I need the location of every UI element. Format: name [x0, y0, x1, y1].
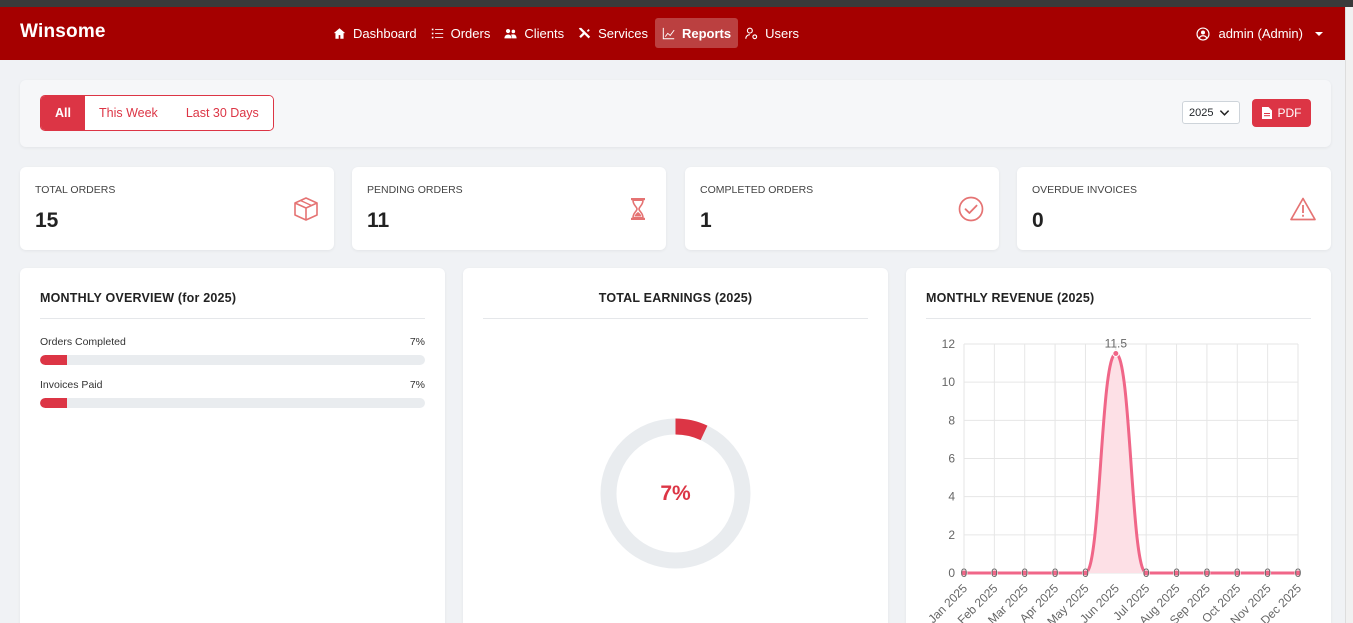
nav-item-label: Reports — [681, 25, 732, 41]
data-label: 0 — [1204, 566, 1211, 580]
total-earnings-panel: TOTAL EARNINGS (2025) 7% — [463, 268, 888, 623]
nav-item-label: Dashboard — [353, 25, 417, 41]
earnings-percent: 7% — [660, 482, 691, 505]
export-pdf-label: PDF — [1277, 106, 1302, 120]
y-tick-label: 8 — [948, 413, 955, 427]
progress-percent: 7% — [409, 379, 425, 391]
nav-item-reports[interactable]: Reports — [654, 18, 739, 48]
data-point — [1112, 350, 1120, 358]
panel-divider — [926, 318, 1311, 319]
data-label: 0 — [1052, 566, 1059, 580]
stat-card-completed-orders: COMPLETED ORDERS 1 — [685, 167, 999, 250]
year-select-value: 2025 — [1189, 106, 1214, 119]
monthly-revenue-panel: MONTHLY REVENUE (2025) 0 2 4 6 8 10 12 0 0 0 0 0 11.… — [906, 268, 1331, 623]
data-label: 0 — [1173, 566, 1180, 580]
top-navbar: Winsome Dashboard Orders Clients Service… — [0, 7, 1345, 60]
user-cog-icon — [745, 27, 758, 39]
stat-card-pending-orders: PENDING ORDERS 11 — [352, 167, 666, 250]
warning-icon — [1290, 197, 1316, 221]
stat-value: 0 — [1032, 209, 1044, 232]
user-menu-dropdown[interactable]: admin (Admin) — [1196, 26, 1323, 41]
y-tick-label: 2 — [948, 528, 955, 542]
file-icon — [1261, 107, 1272, 119]
data-label: 0 — [961, 566, 968, 580]
home-icon — [333, 27, 346, 39]
check-circle-icon — [958, 196, 984, 222]
nav-item-label: Services — [598, 25, 648, 41]
panel-title: MONTHLY REVENUE (2025) — [926, 291, 1095, 305]
data-label: 0 — [1234, 566, 1241, 580]
user-circle-icon — [1196, 26, 1211, 41]
stat-value: 1 — [700, 209, 712, 232]
user-name: admin (Admin) — [1218, 26, 1303, 41]
stat-value: 11 — [367, 209, 390, 232]
progress-label: Orders Completed — [40, 336, 126, 348]
list-icon — [431, 28, 443, 38]
nav-item-dashboard[interactable]: Dashboard — [326, 18, 424, 48]
export-pdf-button[interactable]: PDF — [1252, 99, 1311, 127]
data-label: 0 — [1295, 566, 1302, 580]
y-tick-label: 10 — [942, 375, 956, 389]
panel-divider — [40, 318, 425, 319]
nav-item-label: Users — [765, 25, 800, 41]
y-tick-label: 0 — [948, 566, 955, 580]
users-icon — [504, 28, 517, 38]
data-label: 0 — [1021, 566, 1028, 580]
progress-fill — [40, 398, 67, 408]
tools-icon — [578, 27, 591, 38]
stat-label: OVERDUE INVOICES — [1032, 184, 1138, 196]
page-scrollbar[interactable] — [1345, 7, 1353, 623]
year-select[interactable]: 2025 — [1182, 101, 1240, 124]
data-label: 11.5 — [1105, 337, 1128, 351]
stat-value: 15 — [35, 209, 59, 232]
data-label: 0 — [991, 566, 998, 580]
y-tick-label: 4 — [948, 490, 955, 504]
chevron-down-icon — [1220, 110, 1230, 116]
panel-title: MONTHLY OVERVIEW (for 2025) — [40, 291, 237, 305]
monthly-overview-panel: MONTHLY OVERVIEW (for 2025) Orders Compl… — [20, 268, 445, 623]
report-filter-bar: All This Week Last 30 Days 2025 PDF — [20, 80, 1331, 147]
nav-item-orders[interactable]: Orders — [424, 18, 498, 48]
y-tick-label: 6 — [948, 452, 955, 466]
invoices-paid-progress — [40, 398, 425, 408]
y-tick-label: 12 — [942, 337, 956, 351]
monthly-revenue-chart: 0246810120 0 0 0 011.50 0 0 0 0 0Jan 2025Feb 2025… — [925, 337, 1304, 623]
nav-item-label: Clients — [524, 25, 565, 41]
nav-item-services[interactable]: Services — [571, 18, 655, 48]
data-label: 0 — [1264, 566, 1271, 580]
chart-line-icon — [662, 27, 675, 39]
chevron-down-icon — [1315, 31, 1323, 36]
panel-title: TOTAL EARNINGS (2025) — [598, 291, 753, 305]
date-range-group: All This Week Last 30 Days — [40, 95, 274, 131]
progress-fill — [40, 355, 67, 365]
stat-label: PENDING ORDERS — [367, 184, 463, 196]
stat-label: COMPLETED ORDERS — [700, 184, 814, 196]
nav-item-users[interactable]: Users — [738, 18, 806, 48]
stat-card-total-orders: TOTAL ORDERS 15 — [20, 167, 334, 250]
window-top-strip — [0, 0, 1353, 7]
orders-completed-progress — [40, 355, 425, 365]
data-label: 0 — [1143, 566, 1150, 580]
progress-label: Invoices Paid — [40, 379, 103, 391]
brand-logo[interactable]: Winsome — [20, 21, 106, 43]
donut-segment — [675, 418, 708, 441]
box-icon — [294, 197, 318, 221]
stat-card-overdue-invoices: OVERDUE INVOICES 0 — [1017, 167, 1331, 250]
range-last-30-days-button[interactable]: Last 30 Days — [171, 96, 273, 130]
data-label: 0 — [1082, 566, 1089, 580]
stat-label: TOTAL ORDERS — [35, 184, 116, 196]
range-all-button[interactable]: All — [41, 96, 85, 130]
range-this-week-button[interactable]: This Week — [84, 96, 172, 130]
progress-percent: 7% — [409, 336, 425, 348]
nav-links: Dashboard Orders Clients Services Report… — [326, 18, 806, 48]
panel-divider — [483, 318, 868, 319]
nav-item-clients[interactable]: Clients — [497, 18, 571, 48]
nav-item-label: Orders — [450, 25, 491, 41]
hourglass-icon — [631, 198, 645, 220]
